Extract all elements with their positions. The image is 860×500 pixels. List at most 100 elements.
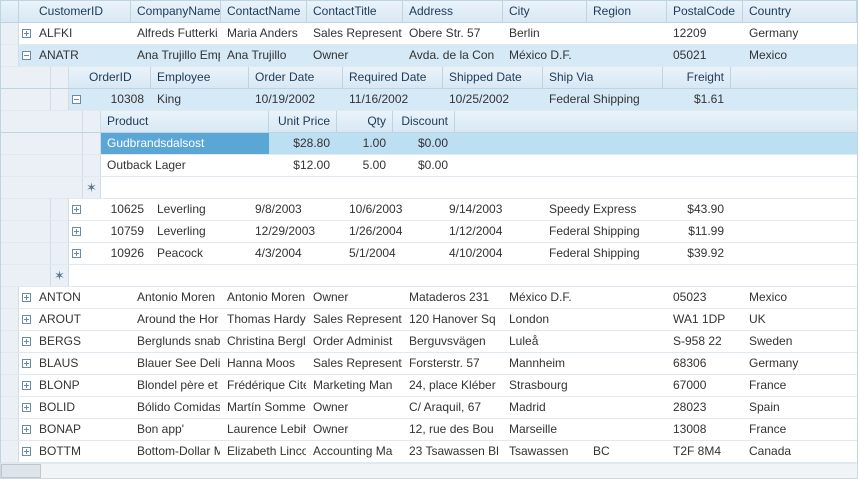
cell-contactname: Elizabeth Lincol (221, 441, 307, 462)
expand-toggle[interactable] (19, 419, 33, 440)
expand-toggle[interactable] (19, 45, 33, 66)
customer-row[interactable]: AROUTAround the HorThomas HardySales Rep… (1, 309, 857, 331)
expand-toggle[interactable] (19, 23, 33, 44)
col-discount[interactable]: Discount (393, 111, 455, 132)
col-companyname[interactable]: CompanyName (131, 1, 221, 22)
horizontal-scrollbar[interactable] (0, 463, 858, 479)
col-requireddate[interactable]: Required Date (343, 67, 443, 88)
expand-header (19, 1, 33, 22)
indent (1, 221, 51, 242)
expand-toggle[interactable] (19, 397, 33, 418)
cell-companyname: Blauer See Delik (131, 353, 221, 374)
row-indicator-header (1, 1, 19, 22)
row-indicator (1, 23, 19, 44)
customer-row[interactable]: BERGSBerglunds snabChristina BergluOrder… (1, 331, 857, 353)
cell-companyname: Around the Hor (131, 309, 221, 330)
customer-row[interactable]: BOTTMBottom-Dollar MElizabeth LincolAcco… (1, 441, 857, 463)
cell-companyname: Berglunds snab (131, 331, 221, 352)
col-unitprice[interactable]: Unit Price (269, 111, 337, 132)
col-address[interactable]: Address (403, 1, 503, 22)
customer-row[interactable]: ALFKI Alfreds Futterki Maria Anders Sale… (1, 23, 857, 45)
col-city[interactable]: City (503, 1, 587, 22)
cell-city: London (503, 309, 587, 330)
expand-toggle[interactable] (19, 331, 33, 352)
row-indicator (1, 353, 19, 374)
cell-country: France (743, 419, 857, 440)
expand-toggle[interactable] (69, 199, 83, 220)
cell-postalcode: 12209 (667, 23, 743, 44)
orderline-new-row[interactable]: ✶ (1, 177, 857, 199)
expand-toggle[interactable] (19, 287, 33, 308)
col-product[interactable]: Product (101, 111, 269, 132)
cell-city: Luleå (503, 331, 587, 352)
cell-qty: 5.00 (337, 155, 393, 176)
col-employee[interactable]: Employee (151, 67, 249, 88)
col-freight[interactable]: Freight (663, 67, 731, 88)
cell-employee: King (151, 89, 249, 110)
customer-row[interactable]: BLONPBlondel père etFrédérique CiteMarke… (1, 375, 857, 397)
orderline-row-selected[interactable]: Gudbrandsdalsost $28.80 1.00 $0.00 (1, 133, 857, 155)
cell-companyname: Bottom-Dollar M (131, 441, 221, 462)
col-region[interactable]: Region (587, 1, 667, 22)
orderline-row[interactable]: Outback Lager $12.00 5.00 $0.00 (1, 155, 857, 177)
cell-country: Mexico (743, 287, 857, 308)
cell-requireddate: 10/6/2003 (343, 199, 443, 220)
cell-shippeddate: 9/14/2003 (443, 199, 543, 220)
expand-toggle[interactable] (19, 375, 33, 396)
col-shipvia[interactable]: Ship Via (543, 67, 663, 88)
row-indicator (1, 287, 19, 308)
cell-city: Mannheim (503, 353, 587, 374)
customer-row[interactable]: BOLIDBólido ComidasMartín SommerOwnerC/ … (1, 397, 857, 419)
col-contactname[interactable]: ContactName (221, 1, 307, 22)
cell-customerid: BOLID (33, 397, 131, 418)
orders-header-row: OrderID Employee Order Date Required Dat… (1, 67, 857, 89)
col-postalcode[interactable]: PostalCode (667, 1, 743, 22)
plus-icon (72, 249, 81, 258)
expand-toggle[interactable] (69, 89, 83, 110)
cell-region (587, 397, 667, 418)
customers-header-row: CustomerID CompanyName ContactName Conta… (1, 1, 857, 23)
cell-orderid: 10926 (83, 243, 151, 264)
col-customerid[interactable]: CustomerID (33, 1, 131, 22)
cell-city: Madrid (503, 397, 587, 418)
col-qty[interactable]: Qty (337, 111, 393, 132)
customer-row-selected[interactable]: ANATR Ana Trujillo Emp Ana Trujillo Owne… (1, 45, 857, 67)
col-country[interactable]: Country (743, 1, 857, 22)
cell-orderdate: 4/3/2004 (249, 243, 343, 264)
order-row[interactable]: 10759 Leverling 12/29/2003 1/26/2004 1/1… (1, 221, 857, 243)
cell-city: Tsawassen (503, 441, 587, 462)
cell-shippeddate: 10/25/2002 (443, 89, 543, 110)
col-orderid[interactable]: OrderID (83, 67, 151, 88)
expand-toggle[interactable] (69, 221, 83, 242)
cell-address: C/ Araquil, 67 (403, 397, 503, 418)
indent (1, 243, 51, 264)
customer-row[interactable]: BLAUSBlauer See DelikHanna MoosSales Rep… (1, 353, 857, 375)
cell-address: 120 Hanover Sq (403, 309, 503, 330)
cell-contacttitle: Order Administ (307, 331, 403, 352)
expand-toggle[interactable] (19, 441, 33, 462)
indent (1, 177, 83, 198)
cell-employee: Peacock (151, 243, 249, 264)
cell-contacttitle: Accounting Ma (307, 441, 403, 462)
customers-grid[interactable]: CustomerID CompanyName ContactName Conta… (0, 0, 858, 463)
order-row[interactable]: 10926 Peacock 4/3/2004 5/1/2004 4/10/200… (1, 243, 857, 265)
cell-region (587, 287, 667, 308)
order-row-selected[interactable]: 10308 King 10/19/2002 11/16/2002 10/25/2… (1, 89, 857, 111)
cell-customerid: ALFKI (33, 23, 131, 44)
customer-row[interactable]: ANTONAntonio MorenAntonio MorenOwnerMata… (1, 287, 857, 309)
order-new-row[interactable]: ✶ (1, 265, 857, 287)
scrollbar-thumb[interactable] (1, 464, 41, 478)
order-row[interactable]: 10625 Leverling 9/8/2003 10/6/2003 9/14/… (1, 199, 857, 221)
minus-icon (22, 51, 31, 60)
col-shippeddate[interactable]: Shipped Date (443, 67, 543, 88)
col-contacttitle[interactable]: ContactTitle (307, 1, 403, 22)
cell-city: Marseille (503, 419, 587, 440)
cell-address: Berguvsvägen (403, 331, 503, 352)
expand-toggle[interactable] (19, 353, 33, 374)
col-orderdate[interactable]: Order Date (249, 67, 343, 88)
expand-toggle[interactable] (69, 243, 83, 264)
expand-toggle[interactable] (19, 309, 33, 330)
customer-row[interactable]: BONAPBon app'Laurence LebihaOwner12, rue… (1, 419, 857, 441)
plus-icon (22, 447, 31, 456)
indent (1, 111, 83, 132)
